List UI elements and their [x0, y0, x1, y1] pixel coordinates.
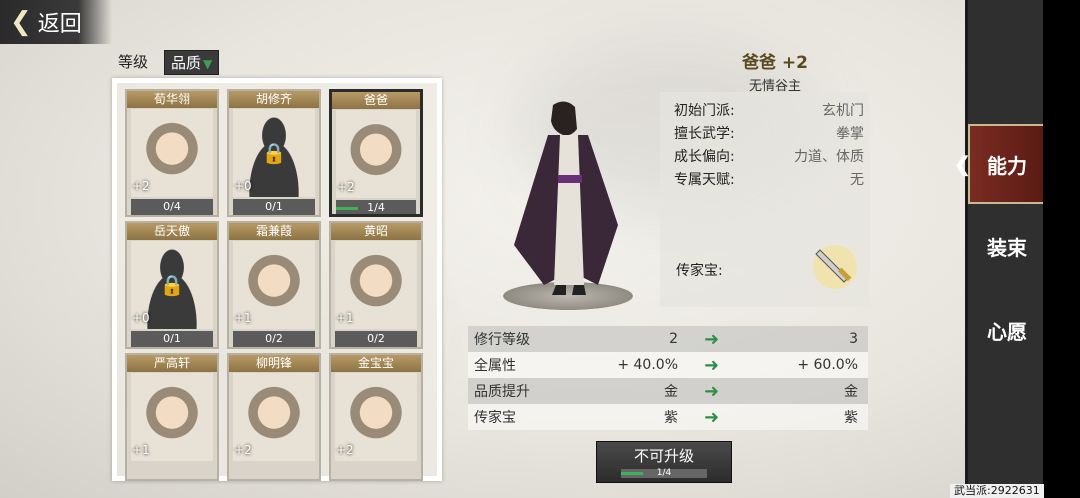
hero-name: 爸爸 +2 — [742, 53, 808, 73]
upgrade-progress-bar: 1/4 — [621, 469, 707, 478]
character-card[interactable]: 柳明锋 +2 — [227, 353, 321, 481]
arrow-right-icon: ➜ — [704, 328, 720, 350]
upgrade-before: 金 — [664, 384, 678, 400]
character-card[interactable]: 严高轩 +1 — [125, 353, 219, 481]
filter-level[interactable]: 等级 — [112, 50, 154, 75]
upgrade-after: 紫 — [844, 410, 858, 426]
upgrade-button-label: 不可升级 — [633, 447, 694, 465]
character-progress: 0/4 — [131, 199, 213, 215]
character-progress: 0/2 — [233, 331, 315, 347]
back-label: 返回 — [37, 12, 82, 37]
hero-header: 爸爸 +2 无情谷主 — [680, 48, 870, 94]
upgrade-table: 修行等级 2 ➜ 3 全属性 + 40.0% ➜ + 60.0% 品质提升 金 ➜ 金传家宝 紫 ➜ 紫 — [468, 326, 868, 430]
upgrade-after: 3 — [849, 331, 858, 347]
character-progress: 0/2 — [335, 331, 417, 347]
sort-arrow-icon: ▼ — [203, 57, 213, 71]
character-name: 胡修齐 — [229, 91, 319, 108]
attr-key: 擅长武学: — [674, 126, 735, 142]
character-name: 严高轩 — [127, 355, 217, 372]
character-card[interactable]: 金宝宝 +2 — [329, 353, 423, 481]
character-name: 爸爸 — [332, 92, 420, 109]
upgrade-row: 全属性 + 40.0% ➜ + 60.0% — [468, 352, 868, 378]
upgrade-button[interactable]: 不可升级 1/4 — [596, 441, 732, 483]
attr-value: 玄机门 — [822, 103, 864, 119]
character-progress: 0/1 — [233, 199, 315, 215]
character-bonus: +2 — [132, 179, 150, 193]
upgrade-row: 传家宝 紫 ➜ 紫 — [468, 404, 868, 430]
attr-value: 无 — [850, 172, 864, 188]
tab-ability[interactable]: ❮ 能力 — [954, 124, 1046, 204]
attr-value: 力道、体质 — [794, 149, 864, 165]
treasure-label: 传家宝: — [676, 263, 723, 279]
upgrade-after: + 60.0% — [797, 357, 858, 373]
character-card[interactable]: 岳天傲 🔒 +0 0/1 — [125, 221, 219, 349]
lock-icon: 🔒 — [261, 141, 287, 165]
character-card[interactable]: 黄昭 +1 0/2 — [329, 221, 423, 349]
character-card[interactable]: 胡修齐 🔒 +0 0/1 — [227, 89, 321, 217]
sort-filters: 等级 品质 ▼ — [112, 50, 220, 75]
upgrade-key: 品质提升 — [474, 384, 530, 400]
arrow-right-icon: ➜ — [704, 354, 720, 376]
character-name: 岳天傲 — [127, 223, 217, 240]
character-bonus: +1 — [132, 443, 150, 457]
arrow-right-icon: ➜ — [704, 380, 720, 402]
attr-row: 成长偏向: 力道、体质 — [674, 146, 864, 168]
upgrade-row: 修行等级 2 ➜ 3 — [468, 326, 868, 352]
character-name: 黄昭 — [331, 223, 421, 240]
character-card[interactable]: 荀华翎 +2 0/4 — [125, 89, 219, 217]
upgrade-progress-text: 1/4 — [656, 468, 672, 478]
hero-silhouette-icon — [514, 101, 618, 295]
character-name: 荀华翎 — [127, 91, 217, 108]
heirloom-sword-icon[interactable] — [810, 242, 860, 292]
attr-row: 擅长武学: 拳掌 — [674, 123, 864, 145]
attr-key: 初始门派: — [674, 103, 735, 119]
character-bonus: +1 — [234, 311, 252, 325]
tab-wish[interactable]: 心愿 — [968, 290, 1046, 370]
character-card[interactable]: 霜兼葭 +1 0/2 — [227, 221, 321, 349]
character-bonus: +0 — [132, 311, 150, 325]
character-bonus: +2 — [234, 443, 252, 457]
upgrade-key: 修行等级 — [474, 332, 530, 348]
upgrade-key: 传家宝 — [474, 410, 516, 426]
filter-quality[interactable]: 品质 ▼ — [164, 50, 220, 75]
upgrade-after: 金 — [844, 384, 858, 400]
character-bonus: +2 — [337, 180, 355, 194]
character-name: 柳明锋 — [229, 355, 319, 372]
character-progress: 0/1 — [131, 331, 213, 347]
character-card[interactable]: 爸爸 +2 1/4 — [329, 89, 423, 217]
upgrade-progress-fill — [621, 472, 643, 475]
attr-key: 成长偏向: — [674, 149, 735, 165]
attr-row: 专属天赋: 无 — [674, 169, 864, 191]
character-bonus: +0 — [234, 179, 252, 193]
character-name: 金宝宝 — [331, 355, 421, 372]
tab-label: 心愿 — [987, 319, 1027, 344]
character-bonus: +1 — [336, 311, 354, 325]
arrow-right-icon: ➜ — [704, 406, 720, 428]
upgrade-row: 品质提升 金 ➜ 金 — [468, 378, 868, 404]
character-bonus: +2 — [336, 443, 354, 457]
upgrade-key: 全属性 — [474, 358, 516, 374]
screen-edge — [1043, 0, 1080, 498]
tab-outfit[interactable]: 装束 — [968, 206, 1046, 286]
tab-label: 装束 — [987, 235, 1027, 260]
tab-label: 能力 — [987, 153, 1027, 178]
character-name: 霜兼葭 — [229, 223, 319, 240]
server-footer: 武当派:2922631 — [950, 484, 1044, 498]
attr-row: 初始门派: 玄机门 — [674, 100, 864, 122]
back-button[interactable]: ❮ 返回 — [0, 0, 112, 44]
side-tab-bar: ❮ 能力 装束 心愿 — [954, 0, 1046, 498]
character-grid: 荀华翎 +2 0/4 胡修齐 🔒 +0 0/1 爸爸 +2 1/4 岳天傲 🔒 +0 0/1 霜兼葭 +1 0/… — [112, 78, 442, 481]
lock-icon: 🔒 — [159, 273, 185, 297]
character-progress-fill — [336, 207, 358, 210]
chevron-left-icon: ❮ — [954, 152, 971, 176]
hero-figure — [478, 95, 648, 310]
attr-key: 专属天赋: — [674, 172, 735, 188]
upgrade-before: 紫 — [664, 410, 678, 426]
upgrade-before: 2 — [669, 331, 678, 347]
upgrade-before: + 40.0% — [617, 357, 678, 373]
chevron-left-icon: ❮ — [10, 7, 32, 37]
filter-quality-label: 品质 — [171, 54, 202, 72]
attr-value: 拳掌 — [836, 126, 864, 142]
